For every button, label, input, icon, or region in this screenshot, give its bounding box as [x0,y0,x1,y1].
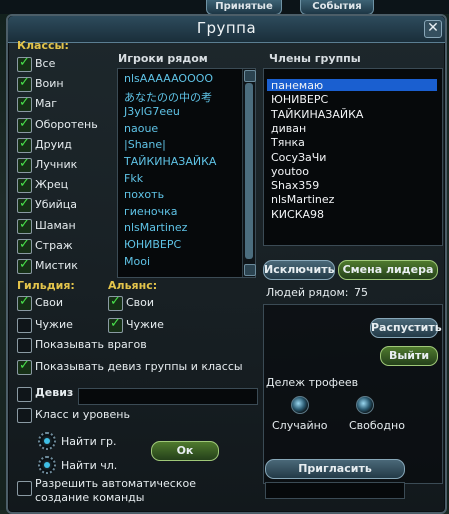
invite-button[interactable]: Пригласить [265,459,405,479]
class-checkbox[interactable] [17,176,32,194]
scroll-up-icon[interactable] [244,70,256,82]
close-icon[interactable]: ✕ [424,20,442,38]
class-level-label: Класс и уровень [35,408,130,421]
guild-own-label: Свои [35,296,64,309]
show-motto-checkbox[interactable] [17,358,32,375]
class-checkbox[interactable] [17,217,32,234]
nearby-player-item[interactable]: Fkk [124,172,143,185]
people-nearby-label: Людей рядом: [266,286,349,299]
auto-create-label: Разрешить автоматическое создание команд… [35,477,196,504]
class-label: Воин [35,77,64,91]
invite-input[interactable] [265,482,405,499]
class-checkbox[interactable] [17,116,32,133]
members-list[interactable]: панемаю ЮНИВЕРС ТАЙКИНАЗАЙКА диван Тянка Сосу… [263,68,443,246]
alliance-others-label: Чужие [126,318,164,331]
class-checkbox[interactable] [17,237,32,254]
class-checkbox[interactable] [17,55,32,72]
show-enemies-label: Показывать врагов [35,338,147,351]
class-label: Шаман [35,218,76,232]
guild-own-checkbox[interactable] [17,294,32,311]
kick-button[interactable]: Исключить [263,260,335,280]
tab-accepted[interactable]: Принятые [206,0,282,15]
tab-events[interactable]: События [300,0,374,15]
class-label: Страж [35,238,73,252]
loot-free-radio-icon[interactable] [356,396,374,414]
nearby-header: Игроки рядом [118,52,208,65]
class-label: Маг [35,97,58,111]
loot-free-label: Свободно [349,419,405,432]
class-checkbox[interactable] [17,136,32,153]
leave-button[interactable]: Выйти [380,346,438,366]
nearby-player-item[interactable]: nlsAAAAAOOOO [124,72,213,85]
class-level-checkbox[interactable] [17,408,32,423]
guild-others-checkbox[interactable] [17,318,32,333]
class-checkbox[interactable] [17,257,32,274]
class-checkbox[interactable] [17,156,32,173]
nearby-player-item[interactable]: ЮНИВЕРС [124,238,181,251]
classes-header: Классы: [17,39,69,52]
member-item[interactable]: диван [271,122,306,135]
loot-random-radio-icon[interactable] [291,396,309,414]
nearby-player-item[interactable]: ТАЙКИНАЗАЙКА [124,155,216,168]
window-title: Группа [196,19,257,37]
nearby-scrollbar[interactable] [242,69,256,277]
class-label: Оборотень [35,117,98,131]
class-label: Друид [35,137,72,151]
group-window: Группа ✕ Классы: Все Воин Маг Оборотень Друи… [6,14,447,514]
class-label: Мистик [35,259,78,272]
title-bar[interactable]: Группа ✕ [8,16,445,43]
member-item[interactable]: Shax359 [271,179,319,192]
alliance-header: Альянс: [108,279,158,292]
class-label: Все [35,57,56,70]
find-group-icon[interactable] [38,432,56,450]
member-item[interactable]: nlsMartinez [271,193,334,206]
member-item[interactable]: КИСКА98 [271,208,324,221]
people-nearby-count: 75 [354,286,368,299]
class-checkbox[interactable] [17,196,32,214]
find-member-label[interactable]: Найти чл. [61,459,117,472]
motto-checkbox[interactable] [17,387,32,402]
loot-header: Дележ трофеев [266,376,359,389]
find-member-icon[interactable] [38,456,56,474]
nearby-player-item[interactable]: гиеночка [124,205,178,218]
nearby-player-item[interactable]: Mooi [124,255,150,268]
member-item[interactable]: ЮНИВЕРС [271,93,328,106]
member-item[interactable]: Тянка [271,136,305,149]
motto-input[interactable] [78,388,258,405]
alliance-own-checkbox[interactable] [108,294,123,311]
member-item[interactable]: СосуЗаЧи [271,151,326,164]
class-label: Лучник [35,158,78,171]
change-leader-button[interactable]: Смена лидера [338,260,438,280]
scroll-down-icon[interactable] [244,264,256,276]
nearby-player-item[interactable]: naoue [124,122,158,135]
show-motto-label: Показывать девиз группы и классы [35,360,243,373]
disband-button[interactable]: Распустить [370,318,442,338]
nearby-player-item[interactable]: J3ylG7eeu [124,105,180,118]
guild-others-label: Чужие [35,318,73,331]
top-bar: Принятые События [0,0,449,15]
scroll-thumb[interactable] [245,83,253,259]
class-label: Убийца [35,198,78,212]
ok-button[interactable]: Ок [151,441,219,461]
nearby-player-item[interactable]: あなたのの中の考 [124,89,212,105]
nearby-player-item[interactable]: |Shane| [124,138,166,151]
member-item[interactable]: панемаю [271,79,323,92]
members-header: Члены группы [269,52,361,65]
alliance-own-label: Свои [126,296,155,309]
alliance-others-checkbox[interactable] [108,316,123,333]
nearby-player-item[interactable]: nlsMartinez [124,221,187,234]
class-checkbox[interactable] [17,95,32,113]
member-item[interactable]: youtoo [271,165,309,178]
class-checkbox[interactable] [17,75,32,93]
nearby-list[interactable]: nlsAAAAAOOOO あなたのの中の考 J3ylG7eeu naoue |Shane… [117,68,256,278]
find-group-label[interactable]: Найти гр. [61,435,116,448]
member-item[interactable]: ТАЙКИНАЗАЙКА [271,108,363,121]
loot-random-label: Случайно [272,419,328,432]
guild-header: Гильдия: [17,279,75,292]
auto-create-checkbox[interactable] [17,481,32,496]
class-label: Жрец [35,178,69,192]
nearby-player-item[interactable]: похоть [124,188,164,201]
motto-label: Девиз [35,386,74,399]
show-enemies-checkbox[interactable] [17,338,32,353]
